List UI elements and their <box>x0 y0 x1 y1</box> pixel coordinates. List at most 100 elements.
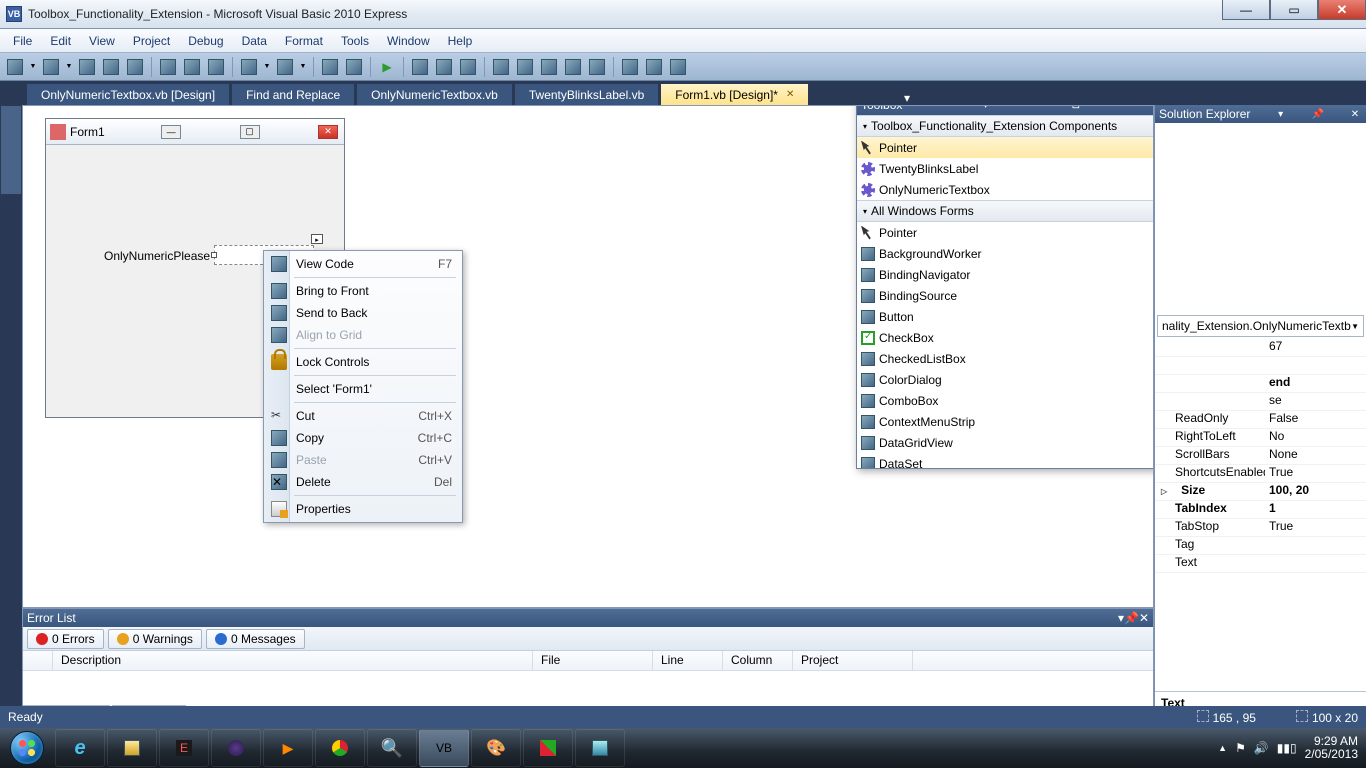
save-all-button[interactable] <box>124 56 146 78</box>
property-row[interactable]: TabStopTrue <box>1155 519 1366 537</box>
copy-button[interactable] <box>181 56 203 78</box>
menu-file[interactable]: File <box>4 31 41 51</box>
toolbox-dropdown-icon[interactable]: ▾ <box>979 105 993 112</box>
property-row[interactable]: end <box>1155 375 1366 393</box>
toolbox-item[interactable]: Pointer <box>857 222 1154 243</box>
data-sources-tab[interactable]: Data Sources <box>0 105 22 195</box>
property-row[interactable] <box>1155 357 1366 375</box>
errorlist-column-header[interactable]: Column <box>723 651 793 670</box>
menu-debug[interactable]: Debug <box>179 31 232 51</box>
tray-clock[interactable]: 9:29 AM 2/05/2013 <box>1305 735 1358 761</box>
align-button-6[interactable] <box>538 56 560 78</box>
context-cut[interactable]: ✂CutCtrl+X <box>266 405 460 427</box>
context-lock-controls[interactable]: Lock Controls <box>266 351 460 373</box>
new-project-button[interactable] <box>4 56 26 78</box>
redo-button[interactable] <box>274 56 296 78</box>
tray-arrow-icon[interactable]: ▲ <box>1218 743 1227 753</box>
toolbox-item[interactable]: DataGridView <box>857 432 1154 453</box>
align-button-4[interactable] <box>490 56 512 78</box>
toolbox-window[interactable]: Toolbox ▾ ⊟ ✕ ▾Toolbox_Functionality_Ext… <box>856 105 1154 469</box>
menu-project[interactable]: Project <box>124 31 179 51</box>
errorlist-column-header[interactable]: File <box>533 651 653 670</box>
toolbox-item[interactable]: CheckBox <box>857 327 1154 348</box>
toolbox-item[interactable]: Button <box>857 306 1154 327</box>
close-button[interactable]: ✕ <box>1318 0 1366 20</box>
align-button-2[interactable] <box>433 56 455 78</box>
property-row[interactable]: ShortcutsEnabledTrue <box>1155 465 1366 483</box>
errorlist-filter-button[interactable]: 0 Messages <box>206 629 305 649</box>
tray-volume-icon[interactable]: 🔊 <box>1254 741 1269 755</box>
paste-button[interactable] <box>205 56 227 78</box>
property-row[interactable]: Tag <box>1155 537 1366 555</box>
toolbox-item[interactable]: BindingSource <box>857 285 1154 306</box>
taskbar-vs[interactable]: VB <box>419 729 469 767</box>
menu-window[interactable]: Window <box>378 31 439 51</box>
toolbox-item[interactable]: DataSet <box>857 453 1154 468</box>
smart-tag-icon[interactable] <box>311 234 323 244</box>
property-grid[interactable]: 67endseReadOnlyFalseRightToLeftNoScrollB… <box>1155 339 1366 691</box>
property-row[interactable]: TabIndex1 <box>1155 501 1366 519</box>
context-copy[interactable]: CopyCtrl+C <box>266 427 460 449</box>
add-item-button[interactable] <box>40 56 62 78</box>
toolbox-item[interactable]: Pointer <box>857 137 1154 158</box>
redo-dropdown[interactable]: ▼ <box>298 56 308 78</box>
se-close-icon[interactable]: ✕ <box>1348 109 1362 120</box>
property-row[interactable]: ▷Size100, 20 <box>1155 483 1366 501</box>
toolbox-item[interactable]: CheckedListBox <box>857 348 1154 369</box>
context-view-code[interactable]: View CodeF7 <box>266 253 460 275</box>
toolbox-titlebar[interactable]: Toolbox ▾ ⊟ ✕ <box>857 105 1154 115</box>
toolbox-item[interactable]: ColorDialog <box>857 369 1154 390</box>
start-button[interactable] <box>0 728 54 768</box>
toolbox-group-header[interactable]: ▾Toolbox_Functionality_Extension Compone… <box>857 115 1154 137</box>
property-object-selector[interactable]: nality_Extension.OnlyNumericTextb ▼ <box>1157 315 1364 337</box>
toolbox-item[interactable]: ContextMenuStrip <box>857 411 1154 432</box>
menu-help[interactable]: Help <box>439 31 482 51</box>
context-bring-to-front[interactable]: Bring to Front <box>266 280 460 302</box>
label-control[interactable]: OnlyNumericPlease <box>104 249 210 263</box>
context-select-form1-[interactable]: Select 'Form1' <box>266 378 460 400</box>
tab-close-icon[interactable]: ✕ <box>786 89 794 100</box>
form-designer[interactable]: Form1 — ▢ ✕ OnlyNumericPlease Vie <box>22 105 1154 608</box>
se-pin-icon[interactable]: 📌 <box>1311 109 1325 120</box>
solution-explorer-header[interactable]: Solution Explorer ▾ 📌 ✕ <box>1155 105 1366 123</box>
maximize-button[interactable]: ▭ <box>1270 0 1318 20</box>
errorlist-filter-button[interactable]: 0 Errors <box>27 629 104 649</box>
errorlist-column-header[interactable]: Project <box>793 651 913 670</box>
solution-explorer-body[interactable] <box>1155 123 1366 313</box>
taskbar-ie[interactable]: e <box>55 729 105 767</box>
menu-data[interactable]: Data <box>233 31 276 51</box>
tray-flag-icon[interactable]: ⚑ <box>1235 741 1246 755</box>
menu-edit[interactable]: Edit <box>41 31 80 51</box>
menu-tools[interactable]: Tools <box>332 31 378 51</box>
toolbox-item[interactable]: BindingNavigator <box>857 264 1154 285</box>
taskbar-search[interactable]: 🔍 <box>367 729 417 767</box>
start-debug-button[interactable]: ▶ <box>376 56 398 78</box>
toolbox-item[interactable]: ComboBox <box>857 390 1154 411</box>
document-tab[interactable]: Form1.vb [Design]*✕ <box>660 83 809 105</box>
minimize-button[interactable]: — <box>1222 0 1270 20</box>
property-row[interactable]: Text <box>1155 555 1366 573</box>
errorlist-column-header[interactable]: Line <box>653 651 723 670</box>
menu-view[interactable]: View <box>80 31 124 51</box>
taskbar-paint[interactable]: 🎨 <box>471 729 521 767</box>
property-row[interactable]: 67 <box>1155 339 1366 357</box>
context-send-to-back[interactable]: Send to Back <box>266 302 460 324</box>
align-button-5[interactable] <box>514 56 536 78</box>
document-tab[interactable]: TwentyBlinksLabel.vb <box>514 83 659 105</box>
taskbar-explorer[interactable] <box>107 729 157 767</box>
errorlist-column-header[interactable] <box>23 651 53 670</box>
open-button[interactable] <box>76 56 98 78</box>
align-button-8[interactable] <box>586 56 608 78</box>
tray-network-icon[interactable]: ▮▮▯ <box>1277 741 1297 755</box>
taskbar-media[interactable]: ▶ <box>263 729 313 767</box>
errorlist-pin-icon[interactable]: 📌 <box>1124 611 1139 625</box>
nav-back-button[interactable] <box>319 56 341 78</box>
taskbar-eclipse[interactable] <box>211 729 261 767</box>
align-button-3[interactable] <box>457 56 479 78</box>
save-button[interactable] <box>100 56 122 78</box>
add-item-dropdown[interactable]: ▼ <box>64 56 74 78</box>
toolbox-item[interactable]: OnlyNumericTextbox <box>857 179 1154 200</box>
align-button-10[interactable] <box>643 56 665 78</box>
undo-button[interactable] <box>238 56 260 78</box>
undo-dropdown[interactable]: ▼ <box>262 56 272 78</box>
